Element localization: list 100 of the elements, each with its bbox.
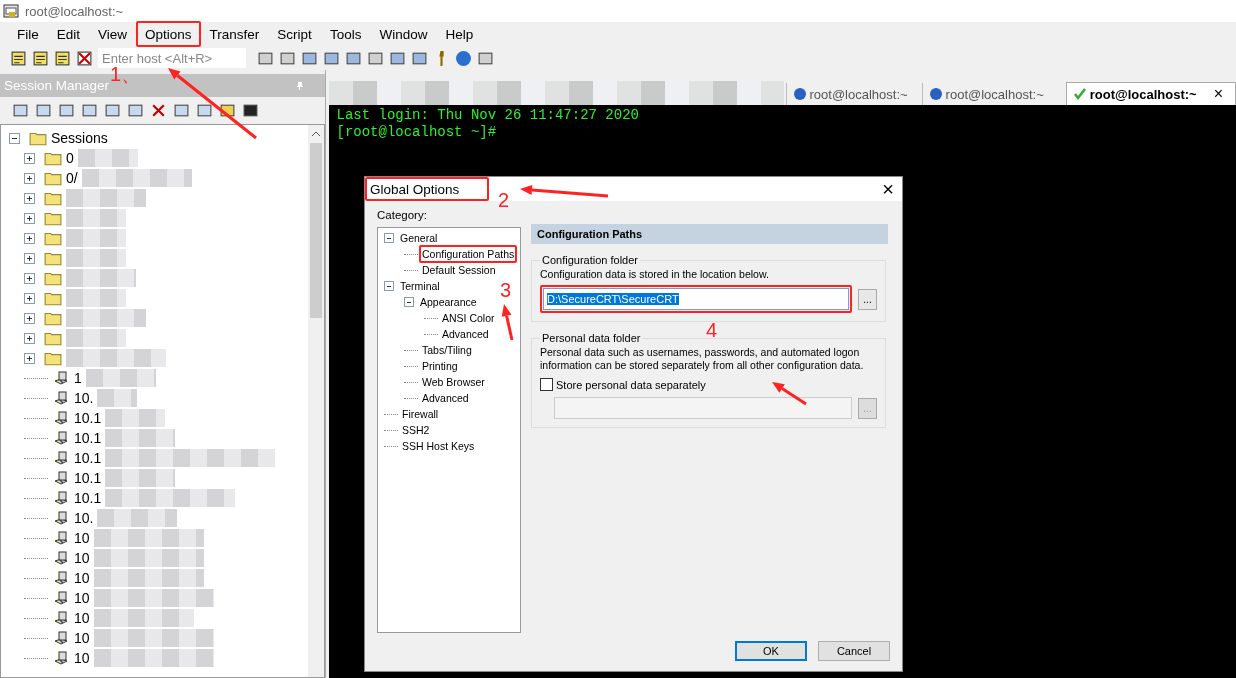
expand-icon[interactable] bbox=[24, 212, 35, 224]
category-item[interactable]: ANSI Color bbox=[442, 312, 495, 324]
blurred-redaction bbox=[66, 329, 126, 347]
scroll-up-icon[interactable] bbox=[310, 130, 321, 138]
dialog-button[interactable]: OK bbox=[735, 641, 807, 661]
collapse-icon[interactable] bbox=[384, 233, 394, 243]
info-icon bbox=[928, 87, 943, 101]
panel-title: Session Manager bbox=[4, 78, 110, 93]
expand-icon[interactable] bbox=[24, 272, 35, 284]
blurred-redaction bbox=[105, 409, 166, 427]
tree-label[interactable]: 10 bbox=[74, 590, 90, 606]
tree-label[interactable]: 10 bbox=[74, 570, 90, 586]
blurred-redaction bbox=[66, 209, 126, 227]
expand-icon[interactable] bbox=[24, 252, 35, 264]
scroll-thumb[interactable] bbox=[309, 143, 322, 318]
close-button[interactable]: × bbox=[882, 177, 894, 201]
path-field[interactable]: D:\SecureCRT\SecureCRT bbox=[543, 288, 849, 310]
category-item[interactable]: Firewall bbox=[402, 408, 439, 420]
blurred-redaction bbox=[85, 369, 156, 387]
tree-label[interactable]: 1 bbox=[74, 370, 82, 386]
scrollbar[interactable] bbox=[307, 125, 324, 677]
expand-icon[interactable] bbox=[24, 332, 35, 344]
session-tab[interactable]: root@localhost:~ × bbox=[1065, 82, 1236, 105]
collapse-icon[interactable] bbox=[404, 297, 414, 307]
category-item[interactable]: Appearance bbox=[420, 296, 477, 308]
category-item[interactable]: Terminal bbox=[400, 280, 440, 292]
blurred-redaction bbox=[66, 249, 126, 267]
menu-item[interactable]: Tools bbox=[322, 26, 369, 42]
menu-item[interactable]: Help bbox=[438, 26, 481, 42]
expand-icon[interactable] bbox=[24, 192, 35, 204]
category-item[interactable]: Tabs/Tiling bbox=[422, 344, 472, 356]
tree-label[interactable]: 10.1 bbox=[74, 450, 102, 466]
tree-label[interactable]: 10.1 bbox=[74, 470, 102, 486]
dialog-title: Global Options bbox=[370, 181, 460, 197]
category-label: Category: bbox=[377, 209, 428, 221]
blurred-redaction bbox=[66, 229, 126, 247]
category-item[interactable]: SSH2 bbox=[402, 424, 430, 436]
description-text: Configuration data is stored in the location below. bbox=[540, 268, 770, 281]
menu-item[interactable]: Edit bbox=[49, 26, 88, 42]
expand-icon[interactable] bbox=[24, 292, 35, 304]
step-number: 3 bbox=[500, 280, 512, 300]
description-text: Personal data such as usernames, passwords, and automated logon information can be stored separately from all other configuration data. bbox=[540, 346, 865, 372]
blurred-redaction bbox=[97, 389, 138, 407]
tree-label[interactable]: 0 bbox=[66, 150, 74, 166]
host-field[interactable]: Enter host <Alt+R> bbox=[98, 48, 246, 68]
tree-label[interactable]: 10 bbox=[74, 550, 90, 566]
info-icon bbox=[792, 87, 807, 101]
expand-icon[interactable] bbox=[24, 152, 35, 164]
menu-item[interactable]: Script bbox=[270, 26, 319, 42]
category-item[interactable]: SSH Host Keys bbox=[402, 440, 475, 452]
checkbox[interactable] bbox=[540, 378, 553, 391]
menu-item[interactable]: File bbox=[10, 26, 46, 42]
category-item[interactable]: Web Browser bbox=[422, 376, 485, 388]
browse-button[interactable]: ... bbox=[858, 288, 877, 310]
category-item[interactable]: Advanced bbox=[422, 392, 469, 404]
tree-label[interactable]: 10.1 bbox=[74, 430, 102, 446]
category-item[interactable]: Advanced bbox=[442, 328, 489, 340]
category-item[interactable]: Printing bbox=[422, 360, 458, 372]
group-title: Configuration folder bbox=[541, 254, 639, 266]
tree-label[interactable]: 10. bbox=[74, 390, 94, 406]
path-value: D:\SecureCRT\SecureCRT bbox=[547, 293, 679, 305]
terminal-line: [root@localhost ~]# bbox=[336, 124, 498, 141]
panel-header: Configuration Paths bbox=[531, 224, 888, 244]
dialog-button[interactable]: Cancel bbox=[818, 641, 890, 661]
collapse-icon[interactable] bbox=[384, 281, 394, 291]
tree-label[interactable]: 10.1 bbox=[74, 490, 102, 506]
tree-label[interactable]: 10.1 bbox=[74, 410, 102, 426]
expand-icon[interactable] bbox=[24, 352, 35, 364]
menu-item[interactable]: Transfer bbox=[202, 26, 267, 42]
blurred-redaction bbox=[105, 469, 176, 487]
expand-icon[interactable] bbox=[24, 232, 35, 244]
tree-label[interactable]: 10 bbox=[74, 650, 90, 666]
group-title: Personal data folder bbox=[541, 332, 642, 344]
check-icon bbox=[1072, 87, 1087, 101]
blurred-redaction bbox=[77, 149, 138, 167]
menu-item[interactable]: View bbox=[91, 26, 135, 42]
category-item[interactable]: Default Session bbox=[422, 264, 496, 276]
category-item[interactable]: General bbox=[400, 232, 438, 244]
tree-label[interactable]: 10 bbox=[74, 610, 90, 626]
collapse-icon[interactable] bbox=[9, 132, 20, 144]
blurred-redaction bbox=[66, 289, 126, 307]
expand-icon[interactable] bbox=[24, 312, 35, 324]
terminal-line: Last login: Thu Nov 26 11:47:27 2020 bbox=[336, 107, 640, 124]
window-title: root@localhost:~ bbox=[25, 3, 124, 19]
step-number: 4 bbox=[706, 320, 718, 340]
disconnect-icon[interactable] bbox=[76, 49, 93, 67]
menu-item[interactable]: Options bbox=[138, 26, 199, 42]
blurred-redaction bbox=[105, 429, 176, 447]
app-icon bbox=[3, 3, 19, 19]
tree-label[interactable]: 10. bbox=[74, 510, 94, 526]
tree-label[interactable]: 0/ bbox=[66, 170, 78, 186]
tree-label[interactable]: Sessions bbox=[51, 130, 108, 146]
menu-item[interactable]: Window bbox=[372, 26, 435, 42]
tree-label[interactable]: 10 bbox=[74, 630, 90, 646]
expand-icon[interactable] bbox=[24, 172, 35, 184]
category-item[interactable]: Configuration Paths bbox=[422, 248, 515, 260]
tree-label[interactable]: 10 bbox=[74, 530, 90, 546]
delete-icon[interactable] bbox=[150, 102, 167, 119]
checkbox-label[interactable]: Store personal data separately bbox=[556, 378, 706, 391]
step-number: 2 bbox=[498, 190, 510, 210]
